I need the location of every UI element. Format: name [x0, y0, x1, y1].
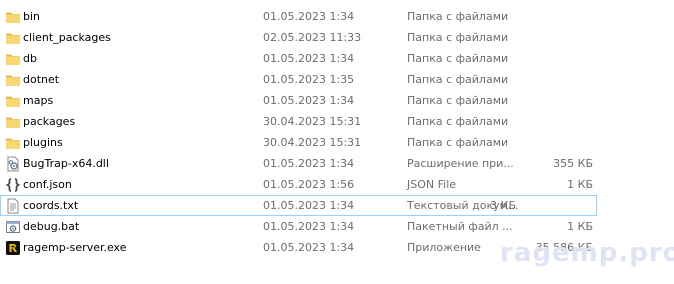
file-name: bin — [23, 10, 41, 23]
file-size: 1 КБ — [567, 178, 593, 191]
file-type: Папка с файлами — [407, 73, 509, 86]
folder-icon — [5, 30, 21, 46]
file-size: 1 КБ — [567, 220, 593, 233]
json-file-icon — [5, 177, 21, 193]
file-name: debug.bat — [23, 220, 80, 233]
file-list: bin 01.05.2023 1:34 Папка с файлами clie… — [0, 6, 674, 258]
file-name: packages — [23, 115, 76, 128]
file-date: 01.05.2023 1:35 — [263, 73, 355, 86]
file-row-conf-json[interactable]: conf.json 01.05.2023 1:56 JSON File 1 КБ — [0, 174, 674, 195]
file-type: Папка с файлами — [407, 136, 509, 149]
batch-file-icon — [5, 219, 21, 235]
file-row-debug-bat[interactable]: debug.bat 01.05.2023 1:34 Пакетный файл … — [0, 216, 674, 237]
file-size: 3 КБ — [490, 199, 516, 212]
file-type: Пакетный файл ... — [407, 220, 513, 233]
file-name: maps — [23, 94, 54, 107]
file-name: ragemp-server.exe — [23, 241, 127, 254]
file-row-bugtrap-dll[interactable]: BugTrap-x64.dll 01.05.2023 1:34 Расширен… — [0, 153, 674, 174]
file-row-packages[interactable]: packages 30.04.2023 15:31 Папка с файлам… — [0, 111, 674, 132]
file-date: 01.05.2023 1:34 — [263, 220, 355, 233]
file-name: conf.json — [23, 178, 72, 191]
text-file-icon — [5, 198, 21, 214]
file-date: 02.05.2023 11:33 — [263, 31, 362, 44]
file-name: dotnet — [23, 73, 60, 86]
file-name: BugTrap-x64.dll — [23, 157, 109, 170]
dll-file-icon — [5, 156, 21, 172]
file-date: 30.04.2023 15:31 — [263, 136, 362, 149]
folder-icon — [5, 93, 21, 109]
file-date: 01.05.2023 1:34 — [263, 199, 355, 212]
file-row-bin[interactable]: bin 01.05.2023 1:34 Папка с файлами — [0, 6, 674, 27]
folder-icon — [5, 51, 21, 67]
folder-icon — [5, 114, 21, 130]
file-row-dotnet[interactable]: dotnet 01.05.2023 1:35 Папка с файлами — [0, 69, 674, 90]
folder-icon — [5, 72, 21, 88]
file-type: Расширение при... — [407, 157, 514, 170]
file-date: 30.04.2023 15:31 — [263, 115, 362, 128]
file-name: coords.txt — [23, 199, 79, 212]
ragemp-exe-icon — [5, 240, 21, 256]
file-date: 01.05.2023 1:34 — [263, 94, 355, 107]
file-type: Папка с файлами — [407, 10, 509, 23]
file-type: Папка с файлами — [407, 31, 509, 44]
folder-icon — [5, 135, 21, 151]
file-type: Папка с файлами — [407, 52, 509, 65]
file-row-plugins[interactable]: plugins 30.04.2023 15:31 Папка с файлами — [0, 132, 674, 153]
file-row-client-packages[interactable]: client_packages 02.05.2023 11:33 Папка с… — [0, 27, 674, 48]
file-date: 01.05.2023 1:34 — [263, 157, 355, 170]
file-date: 01.05.2023 1:34 — [263, 52, 355, 65]
file-type: Приложение — [407, 241, 481, 254]
file-type: JSON File — [407, 178, 457, 191]
file-name: client_packages — [23, 31, 111, 44]
file-date: 01.05.2023 1:56 — [263, 178, 355, 191]
file-name: plugins — [23, 136, 63, 149]
file-date: 01.05.2023 1:34 — [263, 10, 355, 23]
file-type: Папка с файлами — [407, 115, 509, 128]
watermark: ragemp.pro — [500, 238, 674, 268]
file-row-db[interactable]: db 01.05.2023 1:34 Папка с файлами — [0, 48, 674, 69]
file-row-maps[interactable]: maps 01.05.2023 1:34 Папка с файлами — [0, 90, 674, 111]
file-size: 355 КБ — [553, 157, 593, 170]
file-name: db — [23, 52, 37, 65]
folder-icon — [5, 9, 21, 25]
file-type: Папка с файлами — [407, 94, 509, 107]
file-date: 01.05.2023 1:34 — [263, 241, 355, 254]
file-row-coords-txt[interactable]: coords.txt 01.05.2023 1:34 Текстовый док… — [0, 195, 597, 216]
